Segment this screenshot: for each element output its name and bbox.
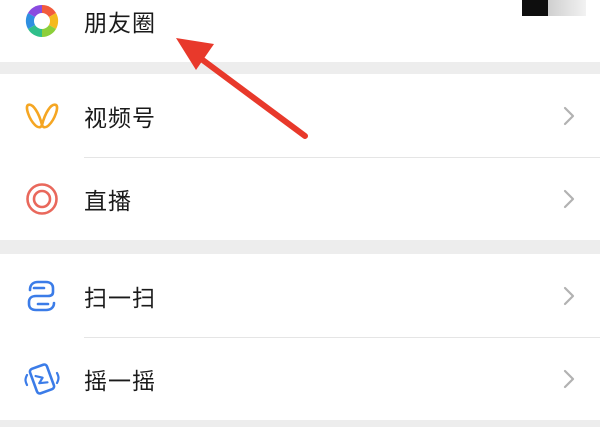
moments-thumbnail — [522, 0, 586, 16]
chevron-right-icon — [563, 286, 575, 306]
shake-label: 摇一摇 — [84, 369, 156, 395]
chevron-right-icon — [563, 106, 575, 126]
butterfly-icon — [22, 96, 62, 136]
camera-aperture-icon — [22, 1, 62, 41]
scan-row[interactable]: 扫一扫 — [0, 254, 600, 338]
moments-label: 朋友圈 — [84, 11, 156, 37]
channels-row[interactable]: 视频号 — [0, 74, 600, 158]
moments-group: 朋友圈 — [0, 0, 600, 62]
moments-row[interactable]: 朋友圈 — [0, 0, 600, 62]
discover-screen: 朋友圈 视频号 直播 扫一扫 摇一摇 — [0, 0, 600, 427]
scan-icon — [22, 276, 62, 316]
shake-row[interactable]: 摇一摇 — [0, 338, 600, 420]
live-label: 直播 — [84, 189, 132, 215]
scan-shake-group: 扫一扫 摇一摇 — [0, 254, 600, 420]
live-row[interactable]: 直播 — [0, 158, 600, 240]
chevron-right-icon — [563, 189, 575, 209]
concentric-circle-icon — [22, 179, 62, 219]
channels-live-group: 视频号 直播 — [0, 74, 600, 240]
channels-label: 视频号 — [84, 106, 156, 132]
chevron-right-icon — [563, 369, 575, 389]
phone-shake-icon — [22, 359, 62, 399]
scan-label: 扫一扫 — [84, 286, 156, 312]
